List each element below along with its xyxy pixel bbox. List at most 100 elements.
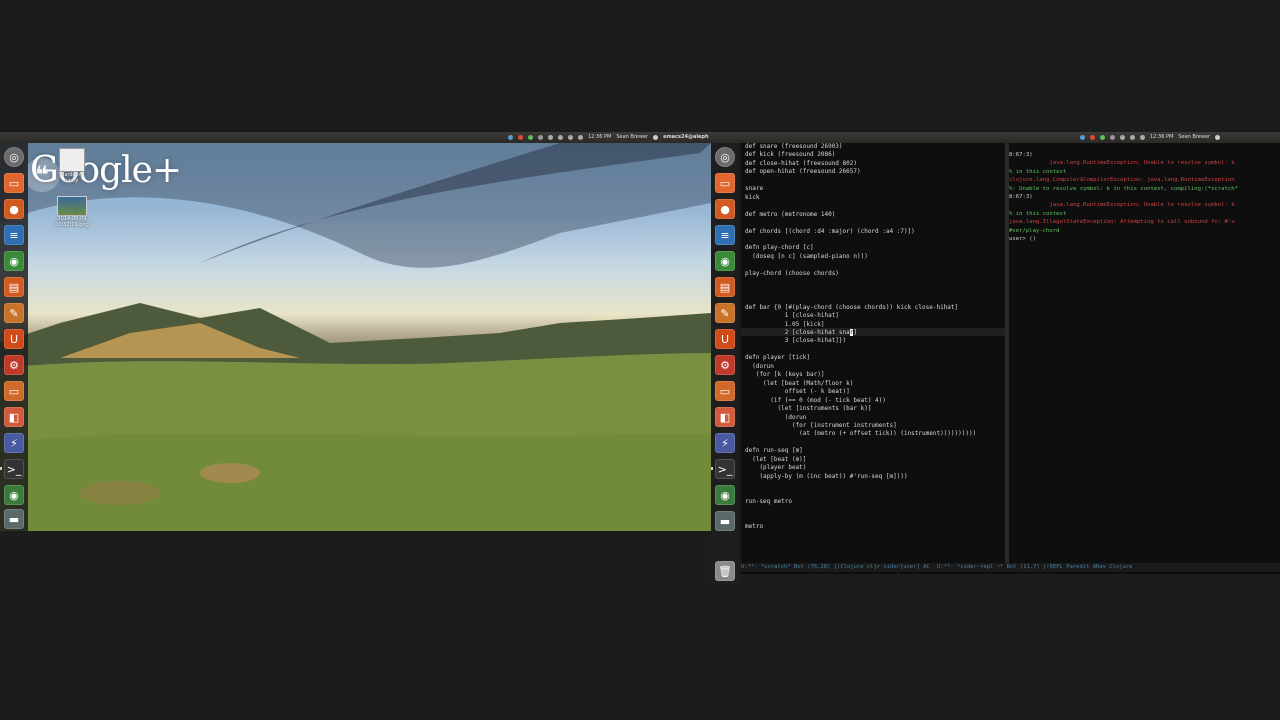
- gear-icon[interactable]: [653, 135, 659, 140]
- ubuntu-one-icon[interactable]: U: [4, 329, 24, 349]
- firefox-icon[interactable]: ●: [715, 199, 735, 219]
- text-editor-icon[interactable]: ✎: [715, 303, 735, 323]
- code-line: (if (== 0 (mod (- tick beat) 4)): [745, 396, 886, 404]
- system-settings-icon[interactable]: ⚙: [715, 355, 735, 375]
- gear-icon[interactable]: [1215, 135, 1221, 140]
- image-thumbnail-icon: [57, 196, 87, 216]
- emacs-window: def snare (freesound 26903) def kick (fre…: [741, 143, 1280, 574]
- code-line: def metro (metronome 140): [745, 210, 836, 218]
- code-line: defn play-chord [c]: [745, 244, 814, 252]
- keyboard-icon[interactable]: [1110, 135, 1115, 140]
- dash-home-icon[interactable]: ◎: [715, 147, 735, 167]
- files-icon[interactable]: ▭: [715, 173, 735, 193]
- repl-line: % in this context: [1009, 168, 1067, 175]
- cider-repl-buffer[interactable]: 8:67:3) java.lang.RuntimeException: Unab…: [1009, 151, 1238, 243]
- bluetooth-icon[interactable]: [1130, 135, 1135, 140]
- impress-icon[interactable]: ◧: [715, 407, 735, 427]
- code-line: (player beat): [745, 464, 807, 472]
- google-plus-logo: Google+: [30, 150, 182, 191]
- trash-icon[interactable]: 🗑: [715, 561, 735, 581]
- chromium-icon[interactable]: ◉: [715, 485, 735, 505]
- launcher-left: ◎ ▭ ● ≡ ◉ ▤ ✎ U ⚙ ▭ ◧ ⚡ >_ ◉ ▬: [0, 143, 28, 531]
- terminal-icon[interactable]: >_: [715, 459, 735, 479]
- chrome-icon[interactable]: [518, 135, 523, 140]
- ubuntu-one-icon[interactable]: U: [715, 329, 735, 349]
- bluetooth-icon[interactable]: [558, 135, 563, 140]
- chrome-icon[interactable]: ◉: [715, 251, 735, 271]
- code-line: run-seq metro: [745, 498, 792, 506]
- repl-line: java.lang.RuntimeException: Unable to re…: [1009, 202, 1235, 209]
- wifi-icon[interactable]: [568, 135, 573, 140]
- mail-icon[interactable]: [548, 135, 553, 140]
- code-line: (let [beat (m)]: [745, 455, 807, 463]
- keyboard-icon[interactable]: [538, 135, 543, 140]
- user-name[interactable]: Sean Brewer: [616, 132, 648, 143]
- writer-icon[interactable]: ≡: [4, 225, 24, 245]
- clock[interactable]: 12:36 PM: [588, 132, 611, 143]
- code-line: offset (- k beat)]: [745, 388, 850, 396]
- desktop-icon-screenshot[interactable]: 2014-06-09 00:32:19.png: [52, 196, 92, 228]
- system-settings-icon[interactable]: ⚙: [4, 355, 24, 375]
- software-center-icon[interactable]: ▤: [715, 277, 735, 297]
- dropbox-icon[interactable]: [1080, 135, 1085, 140]
- firefox-icon[interactable]: ●: [4, 199, 24, 219]
- dash-home-icon[interactable]: ◎: [4, 147, 24, 167]
- repl-line: #ser/play-chord: [1009, 227, 1060, 234]
- files-icon[interactable]: ▭: [4, 173, 24, 193]
- text-editor-icon[interactable]: ✎: [4, 303, 24, 323]
- code-line: def close-hihat (freesound 802): [745, 159, 857, 167]
- drive-icon[interactable]: ▬: [4, 509, 24, 529]
- chromium-icon[interactable]: ◉: [4, 485, 24, 505]
- files-icon-2[interactable]: ▭: [715, 381, 735, 401]
- repl-line: java.lang.RuntimeException: Unable to re…: [1009, 160, 1235, 167]
- software-center-icon[interactable]: ▤: [4, 277, 24, 297]
- code-line: defn run-seq [m]: [745, 447, 803, 455]
- workspace-switcher-icon[interactable]: ⚡: [715, 433, 735, 453]
- scratch-mode-line: U:**- *scratch* Bot (76,28) [(Clojure cl…: [741, 564, 930, 570]
- code-line: (let [instruments (bar k)]: [745, 405, 872, 413]
- right-indicators[interactable]: 12:36 PM Sean Brewer: [1080, 132, 1221, 143]
- files-icon-2[interactable]: ▭: [4, 381, 24, 401]
- workspace-switcher-icon[interactable]: ⚡: [4, 433, 24, 453]
- repl-line: user> (): [1009, 236, 1036, 243]
- user-name[interactable]: Sean Brewer: [1178, 132, 1210, 143]
- desktop-icon-hardcore-unity[interactable]: Hardcore unity: [56, 148, 88, 184]
- code-line: (for [instrument instruments]: [745, 421, 897, 429]
- impress-icon[interactable]: ◧: [4, 407, 24, 427]
- repl-line: %: Unable to resolve symbol: k in this c…: [1009, 185, 1239, 192]
- code-line: 1.05 [kick]: [745, 320, 825, 328]
- chrome-icon[interactable]: ◉: [4, 251, 24, 271]
- mail-icon[interactable]: [1120, 135, 1125, 140]
- code-line: (for [k (keys bar)]: [745, 371, 825, 379]
- script-icon: [59, 148, 85, 172]
- code-line: 3 [close-hihat]}): [745, 337, 847, 345]
- left-indicators[interactable]: 12:36 PM Sean Brewer emacs24@aleph: [508, 132, 709, 143]
- desktop-wallpaper: [0, 143, 711, 531]
- code-line: (doseq [n c] (sampled-piano n))): [745, 252, 868, 260]
- drive-icon[interactable]: ▬: [715, 511, 735, 531]
- launcher-right: ◎ ▭ ● ≡ ◉ ▤ ✎ U ⚙ ▭ ◧ ⚡ >_ ◉ ▬ 🗑: [711, 143, 739, 584]
- volume-icon[interactable]: [578, 135, 583, 140]
- code-line: def chords [(chord :d4 :major) (chord :a…: [745, 227, 915, 235]
- desktop-icon-label: 2014-06-09 00:32:19.png: [55, 216, 89, 228]
- evernote-icon[interactable]: [528, 135, 533, 140]
- code-line: metro: [745, 523, 764, 531]
- chrome-icon[interactable]: [1090, 135, 1095, 140]
- code-line: defn player [tick]: [745, 354, 811, 362]
- writer-icon[interactable]: ≡: [715, 225, 735, 245]
- mode-line: U:**- *scratch* Bot (76,28) [(Clojure cl…: [741, 563, 1280, 572]
- dropbox-icon[interactable]: [508, 135, 513, 140]
- code-line: def kick (freesound 2086): [745, 151, 836, 159]
- evernote-icon[interactable]: [1100, 135, 1105, 140]
- code-line: 1 [close-hihat]: [745, 312, 839, 320]
- clock[interactable]: 12:36 PM: [1150, 132, 1173, 143]
- volume-icon[interactable]: [1140, 135, 1145, 140]
- scratch-buffer[interactable]: def snare (freesound 26903) def kick (fre…: [745, 143, 976, 532]
- terminal-icon[interactable]: >_: [4, 459, 24, 479]
- code-line: play-chord (choose chords): [745, 269, 839, 277]
